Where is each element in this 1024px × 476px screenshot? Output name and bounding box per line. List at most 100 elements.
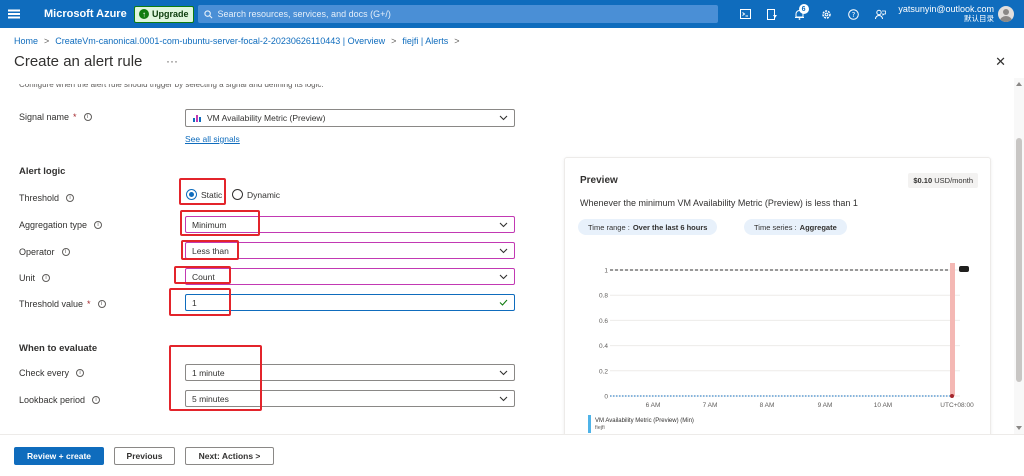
threshold-dynamic-label: Dynamic — [247, 189, 281, 200]
directory-filter-icon[interactable] — [759, 0, 786, 28]
valid-check-icon — [499, 299, 508, 306]
account-menu[interactable]: yatsunyin@outlook.com 默认目录 — [898, 4, 994, 24]
breadcrumb-alerts[interactable]: fiejfi | Alerts — [402, 36, 448, 46]
aggregation-type-label-text: Aggregation type — [19, 220, 88, 230]
info-icon[interactable]: i — [92, 396, 101, 404]
legend-swatch — [588, 415, 591, 433]
threshold-static-radio[interactable]: Static — [186, 189, 222, 200]
info-icon[interactable]: i — [83, 113, 92, 121]
info-icon[interactable]: i — [76, 369, 85, 377]
required-marker: * — [73, 112, 77, 122]
check-every-label: Check every i — [19, 368, 85, 378]
lookback-period-label: Lookback period i — [19, 395, 101, 405]
threshold-value-label: Threshold value * i — [19, 299, 106, 309]
time-series-pill[interactable]: Time series : Aggregate — [744, 219, 847, 235]
close-icon[interactable]: ✕ — [995, 54, 1006, 70]
time-series-value: Aggregate — [799, 222, 837, 232]
aggregation-type-dropdown[interactable]: Minimum — [185, 216, 515, 233]
threshold-dynamic-radio[interactable]: Dynamic — [232, 189, 280, 200]
price-badge: $0.10 USD/month — [908, 173, 978, 188]
time-range-pill[interactable]: Time range : Over the last 6 hours — [578, 219, 718, 235]
preview-description: Whenever the minimum VM Availability Met… — [580, 198, 858, 208]
footer-bar: Review + create Previous Next: Actions > — [0, 434, 1024, 476]
top-bar: Microsoft Azure ↑ Upgrade Search resourc… — [0, 0, 1024, 28]
info-icon[interactable]: i — [66, 194, 75, 202]
page-scrollbar[interactable] — [1014, 78, 1024, 434]
previous-button[interactable]: Previous — [114, 447, 175, 465]
metric-chart: 1 0.8 0.6 0.4 0.2 0 6 AM 7 AM 8 AM 9 AM 10 AM UTC+0… — [588, 263, 974, 433]
time-range-value: Over the last 6 hours — [632, 222, 708, 232]
breadcrumb-separator: > — [391, 36, 397, 46]
time-series-label: Time series : — [754, 222, 797, 232]
unit-dropdown[interactable]: Count — [185, 268, 515, 285]
feedback-icon[interactable] — [867, 0, 894, 28]
operator-label-text: Operator — [19, 247, 55, 257]
cloud-shell-icon[interactable] — [732, 0, 759, 28]
signal-name-label: Signal name * i — [19, 112, 92, 122]
scroll-up-icon[interactable] — [1016, 82, 1022, 86]
notification-count-badge: 6 — [798, 4, 809, 14]
radio-selected-icon — [186, 189, 197, 200]
radio-unselected-icon — [232, 189, 243, 200]
price-amount: $0.10 — [913, 176, 933, 185]
scrollbar-thumb[interactable] — [1016, 138, 1022, 382]
operator-value: Less than — [192, 245, 229, 256]
lookback-period-dropdown[interactable]: 5 minutes — [185, 390, 515, 407]
legend-resource-name: fiejfi — [595, 425, 605, 431]
hamburger-menu-icon[interactable] — [0, 0, 28, 28]
account-directory: 默认目录 — [964, 14, 994, 23]
see-all-signals-link[interactable]: See all signals — [185, 134, 240, 144]
aggregation-type-value: Minimum — [192, 219, 227, 230]
search-input[interactable]: Search resources, services, and docs (G+… — [197, 5, 718, 23]
metric-chart-icon — [193, 115, 201, 122]
check-every-dropdown[interactable]: 1 minute — [185, 364, 515, 381]
account-email: yatsunyin@outlook.com — [898, 4, 994, 14]
breadcrumb-vm-overview[interactable]: CreateVm-canonical.0001-com-ubuntu-serve… — [55, 36, 385, 46]
y-tick-label: 0.6 — [599, 318, 608, 325]
signal-name-dropdown[interactable]: VM Availability Metric (Preview) — [185, 109, 515, 127]
y-tick-label: 0 — [604, 394, 608, 401]
x-tick-label: 7 AM — [703, 402, 718, 409]
next-actions-button[interactable]: Next: Actions > — [185, 447, 274, 465]
brand-logo[interactable]: Microsoft Azure — [44, 8, 134, 20]
operator-dropdown[interactable]: Less than — [185, 242, 515, 259]
chevron-down-icon — [499, 370, 508, 376]
threshold-value-label-text: Threshold value — [19, 299, 84, 309]
x-tick-label: UTC+08:00 — [940, 402, 974, 409]
search-placeholder: Search resources, services, and docs (G+… — [217, 9, 391, 19]
preview-title: Preview — [580, 175, 618, 186]
review-create-button[interactable]: Review + create — [14, 447, 104, 465]
price-unit: USD/month — [934, 176, 973, 185]
notifications-bell-icon[interactable]: 6 — [786, 0, 813, 28]
upgrade-icon: ↑ — [139, 9, 149, 19]
info-icon[interactable]: i — [94, 221, 103, 229]
avatar[interactable] — [998, 6, 1014, 22]
settings-gear-icon[interactable] — [813, 0, 840, 28]
when-to-evaluate-heading: When to evaluate — [19, 343, 98, 354]
lookback-period-value: 5 minutes — [192, 393, 229, 404]
preview-card: Preview $0.10 USD/month Whenever the min… — [564, 157, 991, 447]
page-title: Create an alert rule — [14, 53, 143, 70]
upgrade-button[interactable]: ↑ Upgrade — [134, 5, 194, 23]
unit-value: Count — [192, 271, 215, 282]
info-icon[interactable]: i — [97, 300, 106, 308]
threshold-value-text: 1 — [192, 297, 197, 308]
x-tick-label: 8 AM — [760, 402, 775, 409]
info-icon[interactable]: i — [42, 274, 51, 282]
time-range-label: Time range : — [588, 222, 630, 232]
info-icon[interactable]: i — [61, 248, 70, 256]
scroll-down-icon[interactable] — [1016, 426, 1022, 430]
alert-logic-heading: Alert logic — [19, 166, 66, 177]
x-tick-label: 6 AM — [646, 402, 661, 409]
breadcrumb-home[interactable]: Home — [14, 36, 38, 46]
series-point — [950, 394, 954, 398]
search-icon — [203, 9, 212, 18]
threshold-value-input[interactable]: 1 — [185, 294, 515, 311]
y-tick-label: 1 — [604, 268, 608, 275]
y-tick-label: 0.4 — [599, 343, 608, 350]
more-options-icon[interactable]: ··· — [166, 54, 178, 68]
help-icon[interactable]: ? — [840, 0, 867, 28]
y-tick-label: 0.2 — [599, 368, 608, 375]
x-tick-label: 9 AM — [818, 402, 833, 409]
check-every-label-text: Check every — [19, 368, 70, 378]
